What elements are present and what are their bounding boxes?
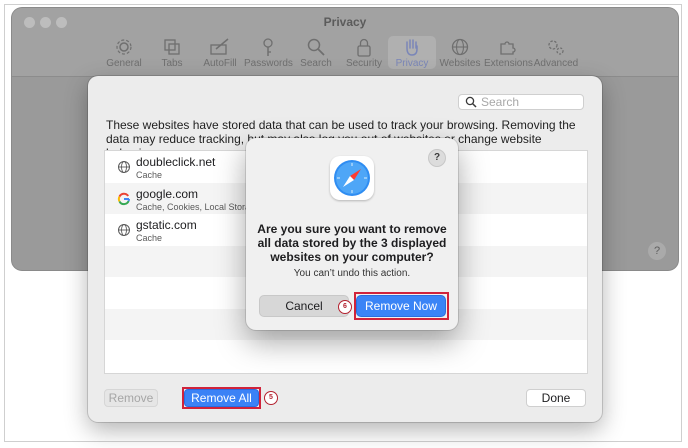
- tab-label: General: [106, 58, 142, 69]
- hand-icon: [406, 39, 418, 56]
- tab-label: Websites: [439, 58, 481, 69]
- remove-button[interactable]: Remove: [104, 389, 158, 407]
- tab-websites[interactable]: Websites: [436, 36, 484, 69]
- google-icon: [117, 192, 130, 205]
- site-detail: Cache, Cookies, Local Storage: [136, 201, 261, 212]
- tab-label: Extensions: [484, 58, 533, 69]
- puzzle-icon: [500, 41, 516, 55]
- gear-icon: [116, 39, 132, 55]
- lock-icon: [357, 38, 371, 57]
- empty-row: [105, 340, 587, 372]
- step-badge: 6: [338, 300, 352, 314]
- search-placeholder: Search: [481, 95, 520, 109]
- help-button[interactable]: ?: [648, 242, 666, 260]
- gears-icon: [548, 40, 564, 55]
- globe-icon: [451, 38, 469, 56]
- tab-label: Tabs: [161, 58, 183, 69]
- tab-general[interactable]: General: [100, 36, 148, 69]
- tab-label: AutoFill: [203, 58, 237, 69]
- preferences-tabs: General Tabs AutoFill Passwords Search S…: [100, 36, 580, 69]
- tabs-icon: [164, 39, 180, 55]
- help-button[interactable]: ?: [428, 149, 446, 167]
- tab-privacy[interactable]: Privacy: [388, 36, 436, 69]
- search-input[interactable]: Search: [458, 94, 584, 110]
- tab-search[interactable]: Search: [292, 36, 340, 69]
- tab-advanced[interactable]: Advanced: [532, 36, 580, 69]
- tab-label: Privacy: [395, 58, 429, 69]
- search-icon: [465, 96, 477, 108]
- tab-tabs[interactable]: Tabs: [148, 36, 196, 69]
- site-name: gstatic.com: [136, 218, 197, 232]
- step-badge: 5: [264, 391, 278, 405]
- tab-label: Advanced: [533, 58, 579, 69]
- globe-icon: [118, 224, 130, 236]
- key-icon: [263, 38, 273, 56]
- tab-autofill[interactable]: AutoFill: [196, 36, 244, 69]
- highlight-box: [354, 292, 449, 320]
- dialog-title: Are you sure you want to remove all data…: [257, 222, 447, 264]
- globe-icon: [118, 161, 130, 173]
- dialog-message: You can’t undo this action.: [293, 268, 411, 279]
- tab-security[interactable]: Security: [340, 36, 388, 69]
- site-name: google.com: [136, 186, 199, 201]
- tab-label: Passwords: [244, 58, 293, 69]
- autofill-icon: [210, 38, 229, 55]
- site-detail: Cache: [136, 170, 163, 180]
- tab-extensions[interactable]: Extensions: [484, 36, 533, 69]
- compass-icon: [334, 160, 370, 196]
- site-detail: Cache: [136, 233, 163, 243]
- tab-label: Search: [300, 58, 332, 69]
- done-button[interactable]: Done: [526, 389, 586, 407]
- site-name: doubleclick.net: [136, 155, 216, 169]
- remove-all-button[interactable]: Remove All: [184, 389, 259, 407]
- tab-passwords[interactable]: Passwords: [244, 36, 293, 69]
- safari-app-icon: [330, 156, 374, 200]
- settings-toolbar: Privacy General Tabs AutoFill Passwords …: [12, 8, 678, 77]
- tab-label: Security: [345, 58, 383, 69]
- search-icon: [307, 38, 325, 56]
- cancel-button[interactable]: Cancel: [259, 295, 349, 317]
- window-title: Privacy: [323, 15, 367, 29]
